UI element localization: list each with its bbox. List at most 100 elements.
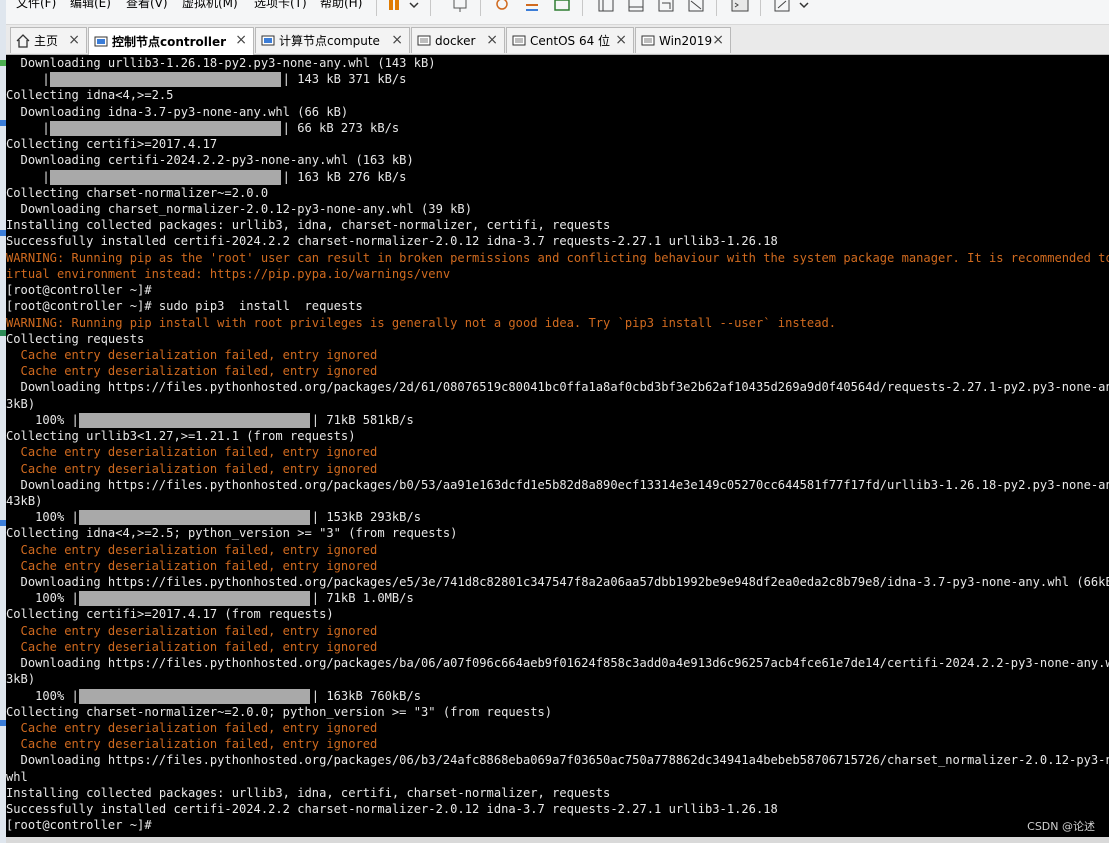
progress-bar-fill	[78, 591, 311, 607]
progress-bar-fill	[49, 72, 281, 88]
vm-icon	[94, 36, 108, 46]
tab-label: CentOS 64 位	[530, 34, 611, 48]
terminal-line: Downloading charset_normalizer-2.0.12-py…	[6, 201, 472, 216]
revert-snapshot-icon[interactable]	[522, 0, 542, 16]
menu-edit[interactable]: 编辑(E)	[70, 0, 111, 11]
tab-win2019[interactable]: Win2019 ×	[635, 27, 731, 53]
terminal-line: Downloading https://files.pythonhosted.o…	[6, 753, 1109, 768]
tab-label: 主页	[34, 34, 59, 48]
close-icon[interactable]: ×	[712, 32, 724, 48]
terminal-line: 43kB)	[6, 493, 43, 508]
snapshot-icon[interactable]	[492, 0, 512, 16]
terminal-line: WARNING: Running pip as the 'root' user …	[6, 250, 1109, 265]
terminal-line: Cache entry deserialization failed, entr…	[6, 542, 378, 557]
terminal-line: Installing collected packages: urllib3, …	[6, 218, 611, 233]
terminal-line: Collecting charset-normalizer~=2.0.0	[6, 185, 269, 200]
terminal-line: Cache entry deserialization failed, entr…	[6, 347, 378, 362]
terminal-line: Successfully installed certifi-2024.2.2 …	[6, 802, 778, 817]
vm-icon	[641, 35, 655, 45]
close-icon[interactable]: ×	[615, 32, 627, 48]
tab-centos[interactable]: CentOS 64 位 ×	[506, 27, 634, 53]
pause-icon[interactable]	[384, 0, 404, 16]
terminal-line: Collecting charset-normalizer~=2.0.0; py…	[6, 704, 553, 719]
progress-bar-fill	[78, 412, 311, 428]
tab-compute[interactable]: 计算节点compute ×	[255, 27, 410, 53]
show-library-icon[interactable]	[596, 0, 616, 16]
toolbar-separator	[582, 0, 583, 16]
progress-bar-fill	[49, 120, 281, 136]
progress-bar-fill	[78, 510, 311, 526]
menu-tabs[interactable]: 选项卡(T)	[254, 0, 307, 11]
vm-icon	[261, 35, 275, 45]
terminal-line: Downloading https://files.pythonhosted.o…	[6, 656, 1109, 671]
terminal-line: Downloading https://files.pythonhosted.o…	[6, 477, 1109, 492]
terminal-line: Cache entry deserialization failed, entr…	[6, 558, 378, 573]
terminal-line: [root@controller ~]#	[6, 283, 152, 298]
status-bar	[6, 837, 1109, 843]
menu-file[interactable]: 文件(F)	[16, 0, 56, 11]
terminal-line: Collecting idna<4,>=2.5; python_version …	[6, 526, 458, 541]
terminal-line: Cache entry deserialization failed, entr…	[6, 737, 378, 752]
chevron-down-icon[interactable]	[794, 0, 814, 16]
progress-bar-fill	[49, 169, 281, 185]
vm-console-terminal[interactable]: Downloading urllib3-1.26.18-py2.py3-none…	[6, 55, 1109, 837]
terminal-line: Cache entry deserialization failed, entr…	[6, 461, 378, 476]
terminal-line: irtual environment instead: https://pip.…	[6, 266, 451, 281]
terminal-line: WARNING: Running pip install with root p…	[6, 315, 837, 330]
home-icon	[16, 33, 30, 48]
toolbar-separator	[430, 0, 431, 16]
progress-bar-fill	[78, 688, 311, 704]
terminal-line: Cache entry deserialization failed, entr…	[6, 445, 378, 460]
terminal-line: Collecting requests	[6, 331, 145, 346]
menu-help[interactable]: 帮助(H)	[320, 0, 362, 11]
terminal-line: Collecting idna<4,>=2.5	[6, 88, 174, 103]
tab-bar: 主页 × 控制节点controller × 计算节点compute × dock…	[6, 25, 1109, 55]
terminal-line: Collecting certifi>=2017.4.17 (from requ…	[6, 607, 334, 622]
terminal-line: [root@controller ~]#	[6, 818, 152, 833]
terminal-line: Downloading https://files.pythonhosted.o…	[6, 575, 1109, 590]
vm-icon	[512, 35, 526, 45]
vm-icon	[417, 35, 431, 45]
close-icon[interactable]: ×	[486, 32, 498, 48]
stretch-guest-icon[interactable]	[772, 0, 792, 16]
tab-label: Win2019	[659, 33, 713, 48]
tab-label: docker	[435, 33, 476, 48]
terminal-line: Downloading urllib3-1.26.18-py2.py3-none…	[6, 56, 436, 70]
tab-docker[interactable]: docker ×	[411, 27, 505, 53]
terminal-line: Cache entry deserialization failed, entr…	[6, 639, 378, 654]
tab-label: 控制节点controller	[112, 35, 227, 49]
thumbnail-bar-icon[interactable]	[626, 0, 646, 16]
terminal-line: Cache entry deserialization failed, entr…	[6, 364, 378, 379]
menu-bar: 文件(F) 编辑(E) 查看(V) 虚拟机(M) 选项卡(T) 帮助(H)	[6, 0, 1109, 25]
terminal-line: 3kB)	[6, 396, 36, 411]
close-icon[interactable]: ×	[68, 32, 80, 48]
terminal-line: whl	[6, 769, 28, 784]
tab-home[interactable]: 主页 ×	[10, 27, 87, 53]
terminal-line: 3kB)	[6, 672, 36, 687]
toolbar-separator	[760, 0, 761, 16]
terminal-line: Downloading certifi-2024.2.2-py3-none-an…	[6, 153, 414, 168]
snapshot-manager-icon[interactable]	[552, 0, 572, 16]
close-icon[interactable]: ×	[391, 32, 403, 48]
terminal-line: [root@controller ~]# sudo pip3 install r…	[6, 299, 363, 314]
full-screen-icon[interactable]	[656, 0, 676, 16]
terminal-line: Cache entry deserialization failed, entr…	[6, 623, 378, 638]
terminal-line: Downloading https://files.pythonhosted.o…	[6, 380, 1109, 395]
send-ctrl-alt-del-icon[interactable]	[450, 0, 470, 16]
console-view-icon[interactable]	[730, 0, 750, 16]
menu-view[interactable]: 查看(V)	[126, 0, 168, 11]
tab-label: 计算节点compute	[279, 34, 380, 48]
terminal-line: Downloading idna-3.7-py3-none-any.whl (6…	[6, 104, 349, 119]
terminal-line: Cache entry deserialization failed, entr…	[6, 721, 378, 736]
toolbar-separator	[716, 0, 717, 16]
terminal-line: Collecting urllib3<1.27,>=1.21.1 (from r…	[6, 429, 356, 444]
terminal-line: Installing collected packages: urllib3, …	[6, 785, 611, 800]
terminal-line: Successfully installed certifi-2024.2.2 …	[6, 234, 778, 249]
close-icon[interactable]: ×	[235, 32, 247, 48]
chevron-down-icon[interactable]	[404, 0, 424, 16]
toolbar-separator	[480, 0, 481, 16]
tab-controller[interactable]: 控制节点controller ×	[88, 27, 254, 55]
menu-vm[interactable]: 虚拟机(M)	[182, 0, 238, 11]
toolbar-separator	[376, 0, 377, 16]
unity-icon[interactable]	[686, 0, 706, 16]
